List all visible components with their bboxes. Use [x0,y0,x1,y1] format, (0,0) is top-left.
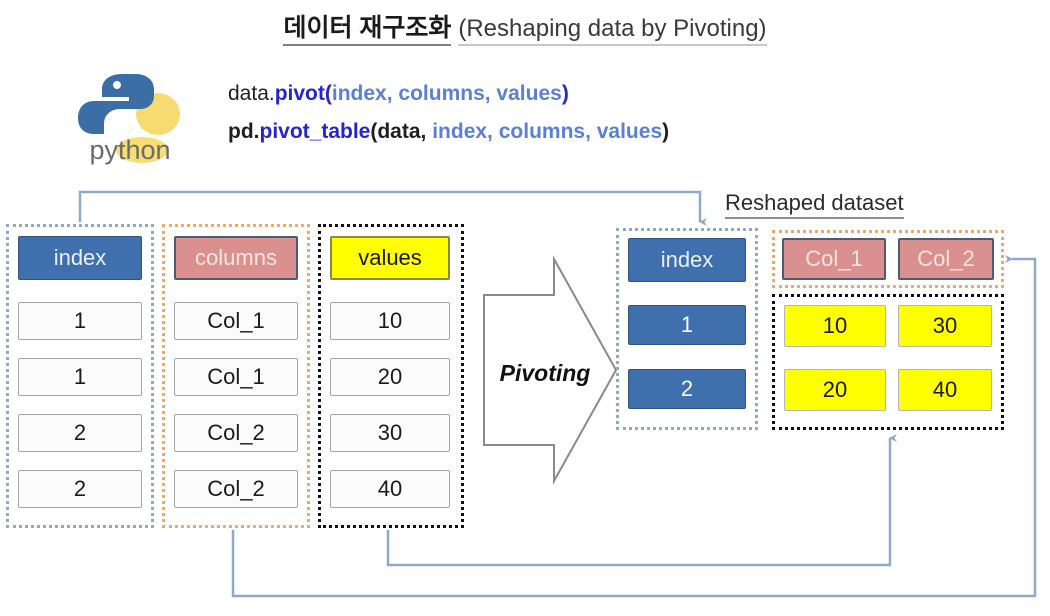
source-header-columns: columns [174,236,298,280]
code-line-pivot-table: pd.pivot_table(data, index, columns, val… [228,120,669,144]
source-cell-values-3: 40 [330,470,450,508]
code-token: pivot_table [259,120,371,143]
reshaped-value-r1c1: 40 [898,369,992,411]
reshaped-header-col-1: Col_2 [898,238,994,280]
svg-text:python: python [89,135,170,165]
code-token: ) [561,82,569,105]
reshaped-dataset-label: Reshaped dataset [725,190,904,219]
code-token: pivot [274,82,325,105]
code-token: index, columns, values [426,120,663,143]
python-logo: python [72,62,192,167]
reshaped-value-r0c0: 10 [784,305,886,347]
code-token: data. [228,82,275,105]
source-cell-index-1: 1 [18,358,142,396]
reshaped-cell-index-1: 2 [628,369,746,409]
source-header-values: values [330,236,450,280]
reshaped-value-r0c1: 30 [898,305,992,347]
python-logo-icon: python [78,74,180,165]
pivoting-label: Pivoting [499,360,591,386]
code-token: data, [377,120,427,143]
code-token: ( [324,82,332,105]
code-token: index, columns, values [331,82,562,105]
page-title-english: (Reshaping data by Pivoting) [458,15,767,46]
source-cell-values-0: 10 [330,302,450,340]
reshaped-header-index: index [628,238,746,282]
source-cell-columns-2: Col_2 [174,414,298,452]
source-cell-columns-1: Col_1 [174,358,298,396]
code-token: pd. [228,120,260,143]
source-cell-columns-0: Col_1 [174,302,298,340]
source-cell-index-3: 2 [18,470,142,508]
connector-index-to-reshaped-index [78,190,707,226]
reshaped-cell-index-0: 1 [628,305,746,345]
code-token: ) [662,120,670,143]
source-header-index: index [18,236,142,280]
source-cell-values-2: 30 [330,414,450,452]
source-cell-index-2: 2 [18,414,142,452]
diagram-canvas: 데이터 재구조화 (Reshaping data by Pivoting) py… [0,0,1050,616]
reshaped-header-col-0: Col_1 [782,238,886,280]
page-title: 데이터 재구조화 (Reshaping data by Pivoting) [0,8,1050,46]
source-cell-index-0: 1 [18,302,142,340]
code-line-pivot: data.pivot(index, columns, values) [228,82,569,106]
source-cell-values-1: 20 [330,358,450,396]
page-title-korean: 데이터 재구조화 [283,14,452,46]
reshaped-value-r1c0: 20 [784,369,886,411]
source-cell-columns-3: Col_2 [174,470,298,508]
